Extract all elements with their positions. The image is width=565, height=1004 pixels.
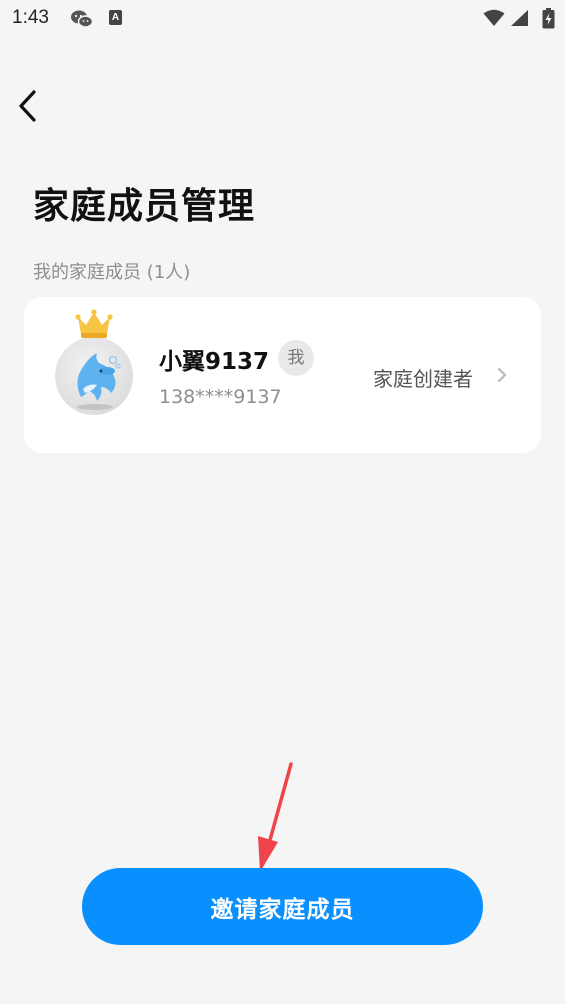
signal-icon <box>509 9 529 31</box>
me-badge: 我 <box>278 340 314 376</box>
wifi-icon <box>483 9 505 31</box>
invite-family-member-button[interactable]: 邀请家庭成员 <box>82 868 483 945</box>
wechat-icon <box>70 9 94 33</box>
section-label: 我的家庭成员 (1人) <box>33 262 191 283</box>
status-time: 1:43 <box>12 7 49 28</box>
avatar <box>55 337 133 415</box>
status-bar: 1:43 A <box>0 0 565 40</box>
member-role: 家庭创建者 <box>373 367 473 391</box>
a-icon: A <box>109 10 122 25</box>
page-title: 家庭成员管理 <box>33 186 256 227</box>
member-name: 小翼9137 <box>159 349 270 375</box>
dolphin-avatar <box>77 353 121 410</box>
chevron-right-icon <box>496 367 508 387</box>
annotation-arrow-icon <box>250 760 300 879</box>
back-arrow-icon <box>16 89 40 127</box>
battery-icon <box>542 8 555 33</box>
member-phone: 138****9137 <box>159 386 282 408</box>
crown-icon <box>75 308 113 344</box>
member-card[interactable]: 小翼9137 我 138****9137 家庭创建者 <box>24 297 541 453</box>
back-button[interactable] <box>8 88 48 128</box>
